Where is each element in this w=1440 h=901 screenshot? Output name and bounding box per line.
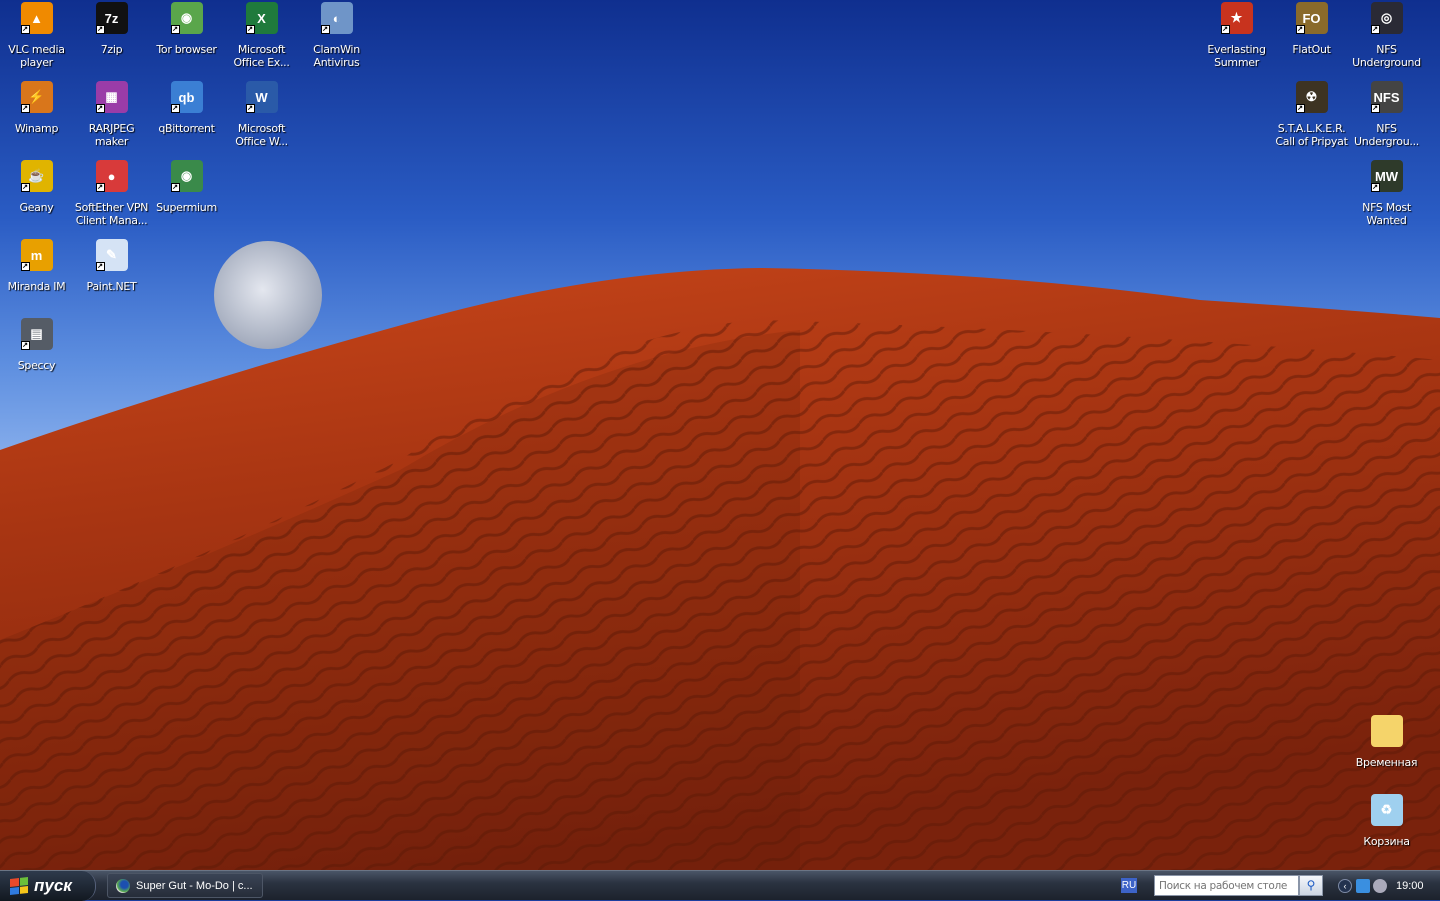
nfs-underground2-icon: NFS ↗ xyxy=(1370,81,1403,113)
icon-label: Supermium xyxy=(156,201,217,214)
desktop-icon[interactable]: X ↗ Microsoft Office Ex... xyxy=(224,0,299,69)
desktop-icon[interactable]: ▲ ↗ VLC media player xyxy=(0,0,74,69)
flatout-icon: FO ↗ xyxy=(1295,2,1328,34)
miranda-icon: m ↗ xyxy=(20,239,53,271)
network-icon[interactable] xyxy=(1356,879,1370,893)
taskbar: пуск Super Gut - Mo-Do | c... RU ⚲ ‹ 19:… xyxy=(0,870,1440,901)
desktop-icon[interactable]: MW ↗ NFS Most Wanted xyxy=(1349,158,1424,227)
icon-label: 7zip xyxy=(100,43,123,56)
desktop-icon[interactable]: ▤ ↗ Speccy xyxy=(0,316,74,372)
desktop-icon[interactable]: m ↗ Miranda IM xyxy=(0,237,74,293)
recycle-bin-icon: ♻ xyxy=(1370,794,1403,826)
icon-label: Paint.NET xyxy=(86,280,137,293)
moon xyxy=(214,241,322,349)
icon-label: FlatOut xyxy=(1292,43,1331,56)
vlc-icon: ▲ ↗ xyxy=(20,2,53,34)
icon-label: NFS Underground xyxy=(1352,43,1421,69)
system-tray: ‹ 19:00 xyxy=(1338,871,1440,901)
desktop-icon[interactable]: ★ ↗ Everlasting Summer xyxy=(1199,0,1274,69)
desktop-icon[interactable]: FO ↗ FlatOut xyxy=(1274,0,1349,56)
desktop-icon[interactable]: ✎ ↗ Paint.NET xyxy=(74,237,149,293)
icon-label: Geany xyxy=(19,201,54,214)
excel-icon: X ↗ xyxy=(245,2,278,34)
icon-label: NFS Most Wanted xyxy=(1362,201,1411,227)
windows-logo-icon xyxy=(10,877,28,895)
paintnet-icon: ✎ ↗ xyxy=(95,239,128,271)
stalker-icon: ☢ ↗ xyxy=(1295,81,1328,113)
desktop-icon[interactable]: Временная xyxy=(1349,713,1424,769)
icon-label: NFS Undergrou... xyxy=(1354,122,1419,148)
search-icon: ⚲ xyxy=(1306,878,1316,892)
taskbar-window-button[interactable]: Super Gut - Mo-Do | c... xyxy=(107,873,263,898)
desktop-icon[interactable]: 7z ↗ 7zip xyxy=(74,0,149,56)
icon-label: Microsoft Office W... xyxy=(235,122,288,148)
icon-label: Everlasting Summer xyxy=(1207,43,1266,69)
search-button[interactable]: ⚲ xyxy=(1299,875,1323,896)
icon-label: Временная xyxy=(1355,756,1418,769)
icon-label: VLC media player xyxy=(8,43,65,69)
everlasting-summer-icon: ★ ↗ xyxy=(1220,2,1253,34)
desktop-icon[interactable]: ◉ ↗ Tor browser xyxy=(149,0,224,56)
word-icon: W ↗ xyxy=(245,81,278,113)
desktop-icon[interactable]: ▦ ↗ RARJPEG maker xyxy=(74,79,149,148)
desktop-icon[interactable]: ☕ ↗ Geany xyxy=(0,158,74,214)
desktop-icon[interactable]: NFS ↗ NFS Undergrou... xyxy=(1349,79,1424,148)
tor-icon: ◉ ↗ xyxy=(170,2,203,34)
desktop-icon[interactable]: ● ↗ SoftEther VPN Client Mana... xyxy=(74,158,149,227)
desktop-icon[interactable]: W ↗ Microsoft Office W... xyxy=(224,79,299,148)
desktop-icon[interactable]: ◉ ↗ Supermium xyxy=(149,158,224,214)
folder-icon xyxy=(1370,715,1403,747)
7zip-icon: 7z ↗ xyxy=(95,2,128,34)
supermium-icon: ◉ ↗ xyxy=(170,160,203,192)
icon-label: RARJPEG maker xyxy=(88,122,135,148)
softether-icon: ● ↗ xyxy=(95,160,128,192)
start-button[interactable]: пуск xyxy=(0,871,96,901)
qbittorrent-icon: qb ↗ xyxy=(170,81,203,113)
icon-label: ClamWin Antivirus xyxy=(313,43,360,69)
desktop-icon[interactable]: ◐ ↗ ClamWin Antivirus xyxy=(299,0,374,69)
clamwin-icon: ◐ ↗ xyxy=(320,2,353,34)
desktop-icon[interactable]: ◎ ↗ NFS Underground xyxy=(1349,0,1424,69)
desktop-icon[interactable]: qb ↗ qBittorrent xyxy=(149,79,224,135)
start-label: пуск xyxy=(34,876,72,895)
speccy-icon: ▤ ↗ xyxy=(20,318,53,350)
winamp-icon: ⚡ ↗ xyxy=(20,81,53,113)
desktop-icon[interactable]: ☢ ↗ S.T.A.L.K.E.R. Call of Pripyat xyxy=(1274,79,1349,148)
rarjpeg-icon: ▦ ↗ xyxy=(95,81,128,113)
geany-icon: ☕ ↗ xyxy=(20,160,53,192)
icon-label: Microsoft Office Ex... xyxy=(233,43,290,69)
icon-label: Speccy xyxy=(17,359,56,372)
icon-label: SoftEther VPN Client Mana... xyxy=(74,201,149,227)
desktop-search-input[interactable] xyxy=(1154,875,1299,896)
nfs-underground-icon: ◎ ↗ xyxy=(1370,2,1403,34)
clock[interactable]: 19:00 xyxy=(1396,880,1424,892)
supermium-icon xyxy=(116,878,130,893)
desktop-icon[interactable]: ⚡ ↗ Winamp xyxy=(0,79,74,135)
icon-label: Winamp xyxy=(14,122,59,135)
icon-label: qBittorrent xyxy=(158,122,215,135)
nfs-most-wanted-icon: MW ↗ xyxy=(1370,160,1403,192)
icon-label: Tor browser xyxy=(156,43,217,56)
show-hidden-icons-button[interactable]: ‹ xyxy=(1338,879,1352,893)
language-indicator[interactable]: RU xyxy=(1121,878,1137,893)
icon-label: Корзина xyxy=(1363,835,1410,848)
volume-icon[interactable] xyxy=(1373,879,1387,893)
icon-label: S.T.A.L.K.E.R. Call of Pripyat xyxy=(1275,122,1348,148)
icon-label: Miranda IM xyxy=(7,280,66,293)
desktop-icon[interactable]: ♻ Корзина xyxy=(1349,792,1424,848)
task-label: Super Gut - Mo-Do | c... xyxy=(136,879,253,892)
